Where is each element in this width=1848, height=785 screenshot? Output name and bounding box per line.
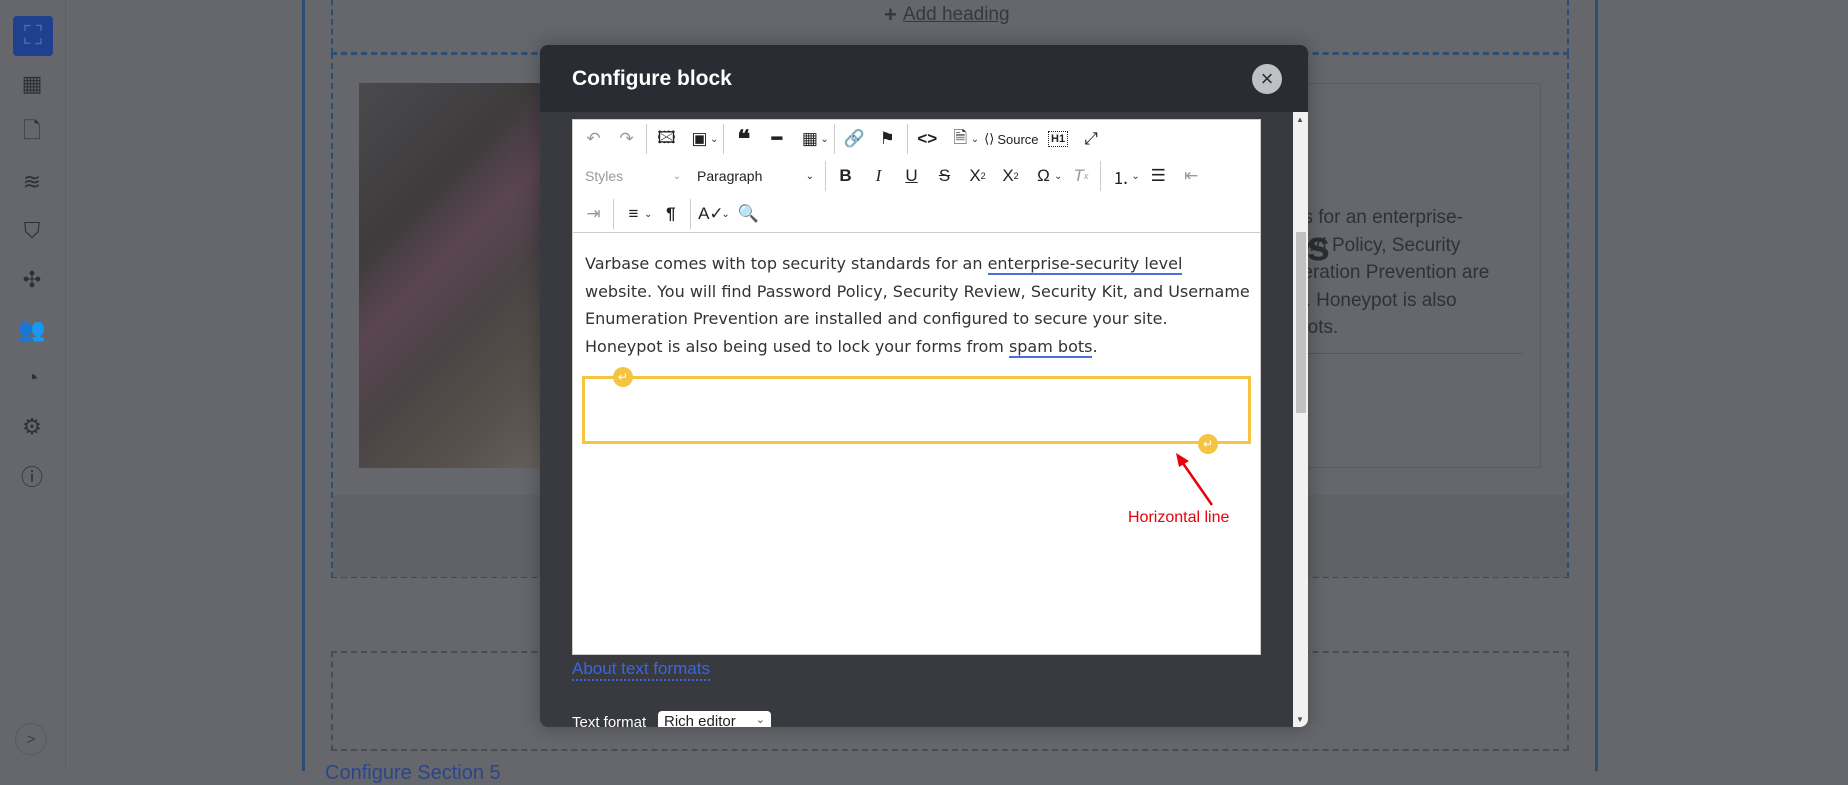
section-border-right [1595, 0, 1598, 771]
chevron-down-icon[interactable]: ⌄ [710, 134, 718, 145]
text-format-label: Text format [572, 714, 647, 727]
chevron-down-icon: ⌄ [805, 170, 814, 182]
chevron-down-icon[interactable]: ⌄ [971, 134, 979, 145]
about-text-formats-link[interactable]: About text formats [572, 659, 710, 681]
heading-h1-icon[interactable]: H1 [1042, 124, 1075, 154]
spam-bots-link[interactable]: spam bots [1008, 336, 1093, 358]
anchor-flag-icon[interactable]: ⚑ [871, 124, 904, 154]
bulleted-list-icon[interactable]: ☰ [1142, 161, 1175, 191]
chevron-down-icon: ⌄ [755, 714, 765, 726]
help-icon[interactable]: ⓘ [16, 460, 48, 492]
italic-icon[interactable]: I [862, 161, 895, 191]
horizontal-line-icon[interactable]: ━ [760, 124, 793, 154]
expand-sidebar-button[interactable]: > [15, 723, 47, 755]
users-icon[interactable]: 👥 [16, 314, 48, 346]
code-icon[interactable]: <> [911, 124, 944, 154]
annotation-label: Horizontal line [1128, 509, 1230, 526]
insert-paragraph-before-icon[interactable]: ↵ [613, 367, 633, 387]
dashboard-icon[interactable]: ▦ [16, 68, 48, 100]
source-button[interactable]: ⟨⟩ Source [981, 124, 1041, 154]
link-icon[interactable]: 🔗 [838, 124, 871, 154]
chevron-down-icon: ⌄ [672, 170, 681, 182]
strikethrough-icon[interactable]: S [928, 161, 961, 191]
add-heading-button[interactable]: + Add heading [884, 2, 1010, 28]
text-format-select[interactable]: Rich editor ⌄ [658, 711, 771, 727]
undo-icon[interactable]: ↶ [577, 124, 610, 154]
redo-icon[interactable]: ↷ [610, 124, 643, 154]
paint-icon[interactable]: ⛉ [16, 215, 48, 247]
remove-format-icon[interactable]: Tx [1064, 161, 1097, 191]
layers-icon[interactable]: ≋ [16, 166, 48, 198]
card-divider [1290, 353, 1522, 354]
dialog-title: Configure block [572, 67, 732, 90]
scroll-down-icon: ▼ [1296, 715, 1304, 724]
subscript-icon[interactable]: X2 [961, 161, 994, 191]
superscript-icon[interactable]: X2 [994, 161, 1027, 191]
gear-icon[interactable]: ⚙ [16, 411, 48, 443]
close-button[interactable]: × [1252, 64, 1282, 94]
sidebar: ⛶ ▦ 🗋 ≋ ⛉ ✣ 👥 ◔ ⚙ ⓘ > [0, 0, 66, 771]
bold-icon[interactable]: B [829, 161, 862, 191]
dialog-scrollbar[interactable]: ▲ ▼ [1293, 112, 1308, 727]
text-direction-icon[interactable]: ¶ [654, 199, 687, 229]
enterprise-security-link[interactable]: enterprise-security level [987, 254, 1183, 275]
annotation-arrow [1176, 453, 1214, 506]
chevron-down-icon[interactable]: ⌄ [644, 209, 652, 220]
rich-text-editor[interactable]: ↶ ↷ 🖾 ▣ ⌄ ❝ ━ ▦ ⌄ 🔗 ⚑ <> 🗎 ⌄ ⟨⟩ Source H1 ⤢ [572, 119, 1261, 655]
plus-icon: + [884, 2, 897, 27]
outdent-icon[interactable]: ⇤ [1175, 161, 1208, 191]
puzzle-icon[interactable]: ✣ [16, 264, 48, 296]
styles-dropdown[interactable]: Styles ⌄ [577, 161, 689, 191]
chevron-down-icon[interactable]: ⌄ [1054, 171, 1062, 182]
source-icon: ⟨⟩ [984, 131, 995, 146]
editor-toolbar: ↶ ↷ 🖾 ▣ ⌄ ❝ ━ ▦ ⌄ 🔗 ⚑ <> 🗎 ⌄ ⟨⟩ Source H1 ⤢ [573, 120, 1260, 233]
scroll-up-icon: ▲ [1296, 115, 1304, 124]
card-text: ards for an enterprise-sword Policy, Sec… [1276, 207, 1490, 338]
horizontal-line-widget[interactable] [582, 376, 1251, 444]
indent-icon[interactable]: ⇥ [577, 199, 610, 229]
chevron-down-icon[interactable]: ⌄ [820, 134, 828, 145]
section-border-left [302, 0, 305, 771]
editor-content[interactable]: Varbase comes with top security standard… [585, 250, 1250, 360]
scroll-thumb[interactable] [1296, 232, 1306, 413]
paragraph-dropdown[interactable]: Paragraph ⌄ [689, 161, 822, 191]
underline-icon[interactable]: U [895, 161, 928, 191]
blockquote-icon[interactable]: ❝ [727, 124, 760, 154]
frame-icon[interactable]: ⛶ [13, 16, 53, 56]
chevron-down-icon[interactable]: ⌄ [721, 209, 729, 220]
configure-block-dialog: Configure block × ↶ ↷ 🖾 ▣ ⌄ ❝ ━ ▦ ⌄ 🔗 ⚑ <>… [540, 45, 1308, 727]
file-icon[interactable]: 🗋 [16, 117, 48, 149]
card-image [359, 83, 559, 468]
pie-chart-icon[interactable]: ◔ [16, 362, 48, 394]
configure-section-link[interactable]: Configure Section 5 [325, 762, 501, 785]
find-replace-icon[interactable]: 🔍 [732, 199, 765, 229]
dialog-header: Configure block × [540, 45, 1308, 112]
image-media-icon[interactable]: 🖾 [650, 124, 683, 154]
fullscreen-icon[interactable]: ⤢ [1075, 124, 1108, 154]
chevron-down-icon[interactable]: ⌄ [1131, 171, 1139, 182]
